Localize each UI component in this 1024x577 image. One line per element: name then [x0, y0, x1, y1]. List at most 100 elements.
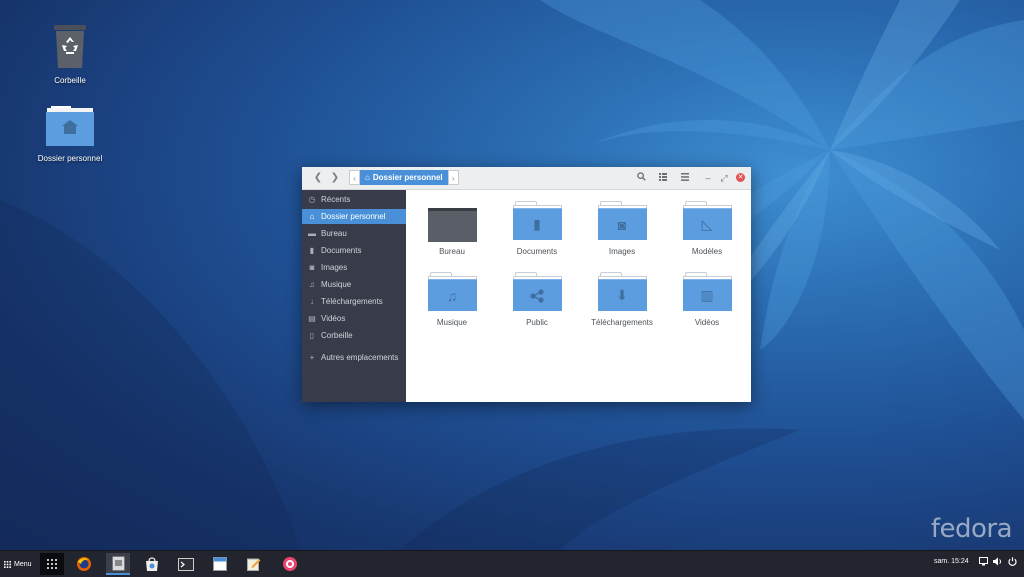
menu-label: Menu [14, 560, 32, 568]
grid-icon [47, 559, 57, 569]
sidebar-item-recents[interactable]: ◷ Récents [302, 192, 406, 207]
terminal-icon [178, 557, 194, 571]
back-button[interactable]: ❮ [311, 171, 325, 185]
search-button[interactable] [635, 172, 647, 184]
view-list-button[interactable] [657, 172, 669, 184]
folder-item[interactable]: ◙ Images [582, 201, 662, 256]
folder-item[interactable]: Bureau [412, 201, 492, 256]
taskbar-app-lollypop[interactable] [278, 553, 302, 575]
camera-icon: ◙ [617, 216, 627, 233]
close-button[interactable]: ✕ [736, 173, 745, 182]
sidebar-item-trash[interactable]: ▯ Corbeille [302, 328, 406, 343]
taskbar-app-text-editor[interactable] [242, 553, 266, 575]
desktop-icon-label: Corbeille [54, 76, 86, 85]
folder-item[interactable]: ◺ Modèles [667, 201, 747, 256]
sidebar-item-documents[interactable]: ▮ Documents [302, 243, 406, 258]
taskbar: Menu sam. 15:24 [0, 550, 1024, 577]
menu-button[interactable] [679, 172, 691, 184]
taskbar-app-grid[interactable] [40, 553, 64, 575]
breadcrumb: ‹ ⌂ Dossier personnel › [349, 170, 459, 185]
lollypop-icon [283, 557, 297, 571]
search-icon [636, 172, 646, 181]
film-icon: ▥ [700, 287, 714, 303]
sidebar-item-home[interactable]: ⌂ Dossier personnel [302, 209, 406, 224]
music-note-icon: ♫ [446, 287, 458, 304]
taskbar-app-files[interactable] [106, 553, 130, 575]
folder-item[interactable]: ♫ Musique [412, 272, 492, 327]
folder-item[interactable]: ▮ Documents [497, 201, 577, 256]
firefox-icon [77, 557, 91, 571]
taskbar-app-terminal[interactable] [174, 553, 198, 575]
download-icon: ⬇ [616, 287, 628, 303]
sidebar-item-images[interactable]: ◙ Images [302, 260, 406, 275]
list-view-icon [659, 173, 667, 181]
sidebar-item-music[interactable]: ♫ Musique [302, 277, 406, 292]
breadcrumb-label: Dossier personnel [372, 173, 443, 182]
trash-icon [54, 25, 86, 68]
menu-button[interactable]: Menu [4, 556, 32, 572]
sidebar-item-label: Autres emplacements [321, 353, 399, 362]
folder-label: Modèles [691, 247, 723, 256]
sidebar-item-desktop[interactable]: ▬ Bureau [302, 226, 406, 241]
sidebar-item-label: Corbeille [321, 331, 353, 340]
file-manager-window[interactable]: ❮ ❯ ‹ ⌂ Dossier personnel › ‒ ⤢ ✕ ◷ Réce… [302, 167, 751, 402]
sidebar-item-downloads[interactable]: ↓ Téléchargements [302, 294, 406, 309]
folder-label: Musique [436, 318, 468, 327]
folder-label: Images [608, 247, 636, 256]
calendar-icon [213, 557, 227, 571]
sidebar-item-label: Bureau [321, 229, 347, 238]
download-icon: ↓ [310, 297, 314, 306]
folder-icon: ⬇ [597, 272, 647, 311]
power-icon[interactable] [1008, 557, 1017, 568]
volume-icon[interactable] [993, 557, 1003, 568]
home-icon: ⌂ [309, 212, 315, 221]
taskbar-app-firefox[interactable] [72, 553, 96, 575]
desktop-trash[interactable]: Corbeille [25, 24, 115, 85]
taskbar-app-software[interactable] [140, 553, 164, 575]
breadcrumb-home[interactable]: ⌂ Dossier personnel [360, 170, 448, 185]
folder-label: Documents [516, 247, 558, 256]
clock-icon: ◷ [308, 195, 316, 204]
fedora-logo: fedora [930, 514, 1013, 544]
folder-icon: ◺ [682, 201, 732, 240]
breadcrumb-right-arrow[interactable]: › [447, 170, 459, 185]
header-bar: ❮ ❯ ‹ ⌂ Dossier personnel › ‒ ⤢ ✕ [302, 167, 751, 190]
files-icon [111, 555, 125, 571]
sidebar-item-label: Dossier personnel [321, 212, 386, 221]
clock[interactable]: sam. 15:24 [934, 558, 969, 565]
folder-label: Public [526, 318, 548, 327]
sidebar-item-label: Musique [321, 280, 352, 289]
taskbar-app-calendar[interactable] [208, 553, 232, 575]
file-view: Bureau ▮ Documents ◙ Images ◺ Modèles ♫ … [406, 190, 751, 402]
sidebar-item-videos[interactable]: ▤ Vidéos [302, 311, 406, 326]
sidebar-item-label: Vidéos [321, 314, 346, 323]
desktop-icon: ▬ [308, 229, 316, 238]
document-icon: ▮ [533, 216, 541, 232]
folder-icon: ♫ [427, 272, 477, 311]
desktop-icon [427, 208, 477, 242]
breadcrumb-left-arrow[interactable]: ‹ [349, 170, 360, 185]
folder-item[interactable]: Public [497, 272, 577, 327]
forward-button[interactable]: ❯ [328, 171, 342, 185]
home-folder-icon [46, 106, 94, 146]
menu-grid-icon [4, 560, 11, 568]
desktop-home-folder[interactable]: Dossier personnel [25, 104, 115, 163]
music-note-icon: ♫ [309, 280, 315, 289]
film-icon: ▤ [308, 314, 316, 323]
folder-label: Vidéos [694, 318, 720, 327]
ruler-icon: ◺ [701, 216, 713, 232]
home-icon: ⌂ [365, 173, 370, 182]
software-icon [146, 556, 158, 571]
minimize-button[interactable]: ‒ [702, 172, 714, 184]
folder-icon [427, 201, 477, 242]
folder-item[interactable]: ▥ Vidéos [667, 272, 747, 327]
sidebar-item-label: Images [321, 263, 348, 272]
sidebar: ◷ Récents ⌂ Dossier personnel ▬ Bureau ▮… [302, 190, 406, 402]
sidebar-item-other-locations[interactable]: + Autres emplacements [302, 350, 406, 365]
display-icon[interactable] [979, 557, 988, 568]
camera-icon: ◙ [309, 263, 315, 272]
maximize-button[interactable]: ⤢ [718, 172, 730, 184]
folder-item[interactable]: ⬇ Téléchargements [582, 272, 662, 327]
sidebar-item-label: Récents [321, 195, 351, 204]
folder-label: Bureau [439, 247, 465, 256]
